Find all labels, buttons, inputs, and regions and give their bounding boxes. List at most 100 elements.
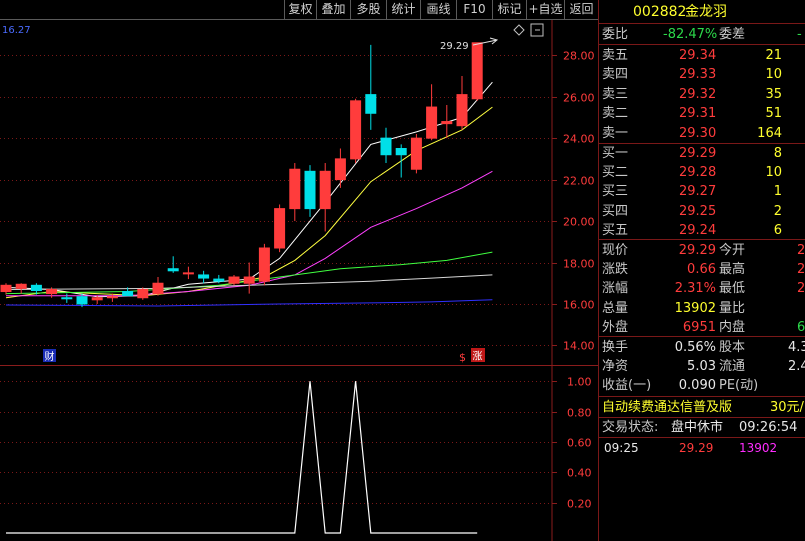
quote-row: 外盘 6951 内盘 6 — [599, 318, 805, 337]
candle[interactable] — [456, 75, 468, 130]
bid-row: 买二 29.28 10 — [599, 163, 805, 182]
dollar-icon: $ — [459, 351, 466, 364]
ask-label: 卖四 — [602, 67, 629, 83]
bid-row: 买三 29.27 1 — [599, 182, 805, 201]
candle[interactable] — [198, 270, 210, 284]
quote-value-2: 2 — [797, 243, 805, 258]
quote-row: 涨幅 2.31% 最低 2 — [599, 279, 805, 298]
candle[interactable] — [243, 262, 255, 294]
candle[interactable] — [350, 98, 362, 164]
finance-row: 换手 0.56% 股本 4.3 — [599, 338, 805, 357]
candle[interactable] — [380, 127, 392, 164]
ask-price: 29.33 — [679, 67, 717, 83]
quote-value: 29.29 — [678, 243, 716, 258]
stock-header: 002882 金龙羽 — [599, 2, 805, 22]
finance-value-2: 2.4 — [788, 359, 805, 375]
quote-label: 现价 — [602, 243, 629, 258]
bid-price: 29.24 — [679, 222, 717, 238]
finance-label-2: 股本 — [719, 340, 746, 355]
status-value: 盘中休市 — [671, 420, 724, 435]
ask-price: 29.34 — [679, 48, 717, 63]
bid-volume: 10 — [765, 165, 782, 181]
candle[interactable] — [167, 256, 179, 273]
y-tick-label: 28.00 — [563, 50, 595, 63]
promo-price[interactable]: 30元/ — [770, 398, 804, 417]
candle[interactable] — [334, 148, 346, 188]
bid-price: 29.25 — [679, 203, 717, 219]
quote-value: 2.31% — [674, 281, 716, 297]
bid-volume: 2 — [773, 203, 782, 219]
stock-code: 002882 — [633, 4, 687, 20]
candle[interactable] — [289, 163, 301, 222]
y-tick-label: 16.00 — [563, 299, 595, 312]
finance-label: 净资 — [602, 359, 629, 375]
quote-value: 0.66 — [687, 262, 716, 278]
candle[interactable] — [137, 287, 149, 300]
y-tick-label: 18.00 — [563, 258, 595, 271]
candle[interactable] — [274, 204, 286, 253]
finance-badge-label: 财 — [45, 350, 55, 363]
quote-row: 现价 29.29 今开 2 — [599, 241, 805, 260]
bid-price: 29.27 — [679, 184, 717, 200]
finance-value: 0.090 — [678, 378, 716, 394]
candle[interactable] — [426, 84, 438, 141]
quote-label: 外盘 — [602, 319, 629, 335]
quote-panel: 002882 金龙羽 委比 -82.47% 委差 - 卖五 29.34 21 卖四 29… — [598, 0, 805, 541]
ask-price: 29.31 — [679, 106, 717, 122]
bid-price: 29.28 — [679, 165, 717, 181]
candle[interactable] — [365, 44, 377, 130]
ask-volume: 10 — [765, 67, 782, 83]
finance-row: 收益(一) 0.090 PE(动) — [599, 376, 805, 395]
finance-label-2: 流通 — [719, 359, 746, 375]
ask-volume: 51 — [765, 106, 782, 122]
quote-row: 涨跌 0.66 最高 2 — [599, 260, 805, 279]
promo-row[interactable]: 自动续费通达信普及版 30元/ — [599, 398, 805, 417]
candle[interactable] — [410, 134, 422, 174]
candle[interactable] — [152, 277, 164, 296]
limit-up-badge-label: 涨 — [473, 351, 483, 363]
bid-price: 29.29 — [679, 146, 717, 161]
trade-status-row: 交易状态: 盘中休市 09:26:54 — [599, 418, 805, 437]
y-tick-label: 14.00 — [563, 340, 595, 353]
y-tick-label: 20.00 — [563, 216, 595, 229]
diamond-icon[interactable] — [513, 24, 525, 36]
kline-chart[interactable]: 28.00 26.00 24.00 22.00 20.00 18.00 16.00 14.00… — [0, 0, 598, 541]
ratio-label: 委比 — [602, 27, 629, 42]
ask-volume: 21 — [765, 48, 782, 63]
ask-row: 卖一 29.30 164 — [599, 124, 805, 143]
diff-value: - — [797, 27, 802, 42]
tick-price: 29.29 — [679, 441, 714, 455]
promo-text[interactable]: 自动续费通达信普及版 — [602, 398, 732, 417]
diff-label: 委差 — [719, 27, 746, 42]
finance-label: 换手 — [602, 340, 629, 355]
tick-row[interactable]: 09:25 29.29 13902 — [599, 439, 805, 458]
candle[interactable] — [0, 283, 12, 295]
candle[interactable] — [15, 283, 27, 294]
finance-label-2: PE(动) — [719, 378, 759, 394]
quote-label-2: 今开 — [719, 243, 746, 258]
quote-label: 涨幅 — [602, 281, 629, 297]
status-time: 09:26:54 — [739, 420, 798, 435]
bid-row: 买五 29.24 6 — [599, 221, 805, 240]
ask-row: 卖四 29.33 10 — [599, 65, 805, 84]
candle[interactable] — [441, 104, 453, 139]
bid-row: 买一 29.29 8 — [599, 144, 805, 163]
candle[interactable] — [471, 42, 483, 101]
quote-label: 涨跌 — [602, 262, 629, 278]
candle[interactable] — [304, 165, 316, 217]
y-tick-label: 22.00 — [563, 175, 595, 188]
bid-label: 买一 — [602, 146, 629, 161]
ask-label: 卖五 — [602, 48, 629, 63]
ask-label: 卖二 — [602, 106, 629, 122]
candle[interactable] — [395, 144, 407, 178]
ask-row: 卖五 29.34 21 — [599, 46, 805, 65]
quote-value-2: 6 — [797, 319, 805, 335]
bid-row: 买四 29.25 2 — [599, 202, 805, 221]
candle[interactable] — [61, 293, 73, 303]
candle[interactable] — [258, 243, 270, 286]
quote-value-2: 2 — [797, 281, 805, 297]
bid-volume: 1 — [773, 184, 782, 200]
ask-volume: 35 — [765, 86, 782, 102]
candle[interactable] — [182, 266, 194, 280]
order-ratio-row: 委比 -82.47% 委差 - — [599, 25, 805, 44]
